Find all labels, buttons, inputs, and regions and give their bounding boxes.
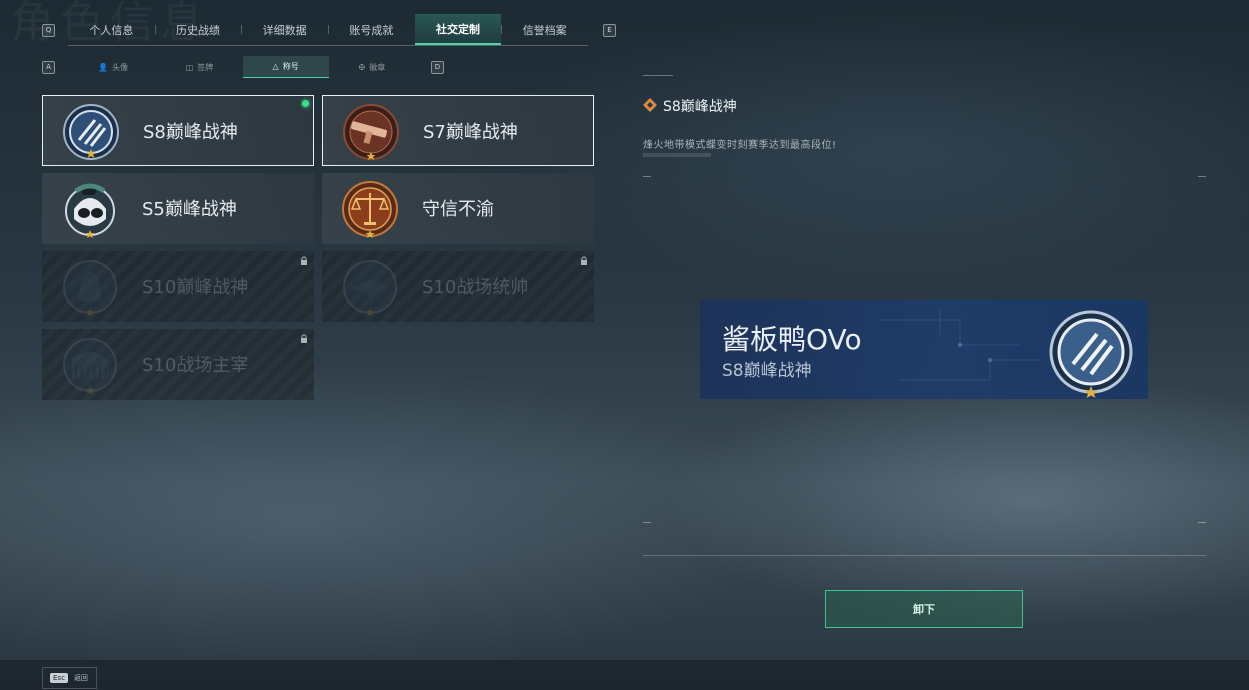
title-card-s5[interactable]: S5巅峰战神 — [42, 173, 314, 244]
panel-corner-mark — [643, 75, 673, 76]
detail-subtext-placeholder — [643, 153, 711, 157]
detail-title: S8巅峰战神 — [663, 99, 737, 115]
title-card-s8[interactable]: S8巅峰战神 — [42, 95, 314, 166]
s5-emblem-icon — [65, 183, 115, 238]
title-diamond-icon — [643, 98, 657, 112]
subtab-badge[interactable]: ✠ 徽章 — [329, 56, 415, 78]
title-card-s10-ruler[interactable]: S10战场主宰 — [42, 329, 314, 400]
s8-emblem-icon — [63, 104, 119, 160]
plate-icon: ◫ — [185, 62, 194, 72]
bottom-bar — [0, 660, 1249, 690]
tab-social-custom[interactable]: 社交定制 — [414, 14, 502, 45]
lock-icon — [581, 256, 587, 265]
lock-icon — [301, 256, 307, 265]
panel-tick — [1198, 522, 1206, 523]
title-card-name: S10巅峰战神 — [142, 277, 249, 298]
badge-icon: ✠ — [358, 62, 366, 72]
next-tab-key: E — [603, 24, 616, 37]
subtab-title[interactable]: △ 称号 — [242, 56, 329, 78]
title-card-name: S8巅峰战神 — [143, 122, 238, 143]
tab-personal-info[interactable]: 个人信息 — [68, 14, 155, 45]
title-banner-preview: 酱板鸭OVo S8巅峰战神 — [700, 300, 1148, 399]
back-label: 返回 — [73, 674, 88, 682]
tab-credit-record[interactable]: 信誉档案 — [501, 14, 588, 45]
tab-detailed-stats[interactable]: 详细数据 — [241, 14, 328, 45]
panel-divider — [643, 555, 1206, 556]
back-button[interactable]: Esc 返回 — [42, 667, 97, 689]
unequip-button[interactable]: 卸下 — [825, 590, 1023, 628]
subtab-label: 头像 — [112, 62, 129, 72]
prev-subtab-key: A — [42, 61, 55, 74]
tab-match-history[interactable]: 历史战绩 — [154, 14, 242, 45]
title-card-name: S10战场统帅 — [422, 277, 529, 298]
esc-key-icon: Esc — [50, 673, 68, 683]
subtab-label: 称号 — [282, 62, 299, 71]
main-tabs: 个人信息 历史战绩 详细数据 账号成就 社交定制 信誉档案 — [68, 14, 588, 46]
panel-tick — [1198, 176, 1206, 177]
tab-achievements[interactable]: 账号成就 — [328, 14, 415, 45]
title-card-trustworthy[interactable]: 守信不渝 — [322, 173, 594, 244]
title-card-name: S7巅峰战神 — [423, 122, 518, 143]
panel-tick — [643, 176, 651, 177]
title-card-name: S5巅峰战神 — [142, 199, 237, 220]
title-card-name: 守信不渝 — [422, 199, 494, 220]
subtab-label: 徽章 — [369, 62, 386, 72]
title-card-name: S10战场主宰 — [142, 355, 249, 376]
banner-title-text: S8巅峰战神 — [722, 361, 812, 381]
s7-emblem-icon — [343, 104, 399, 160]
next-subtab-key: D — [431, 61, 444, 74]
subtab-plate[interactable]: ◫ 签牌 — [156, 56, 242, 78]
title-card-s10-commander[interactable]: S10战场统帅 — [322, 251, 594, 322]
s8-emblem-icon — [1049, 310, 1133, 398]
s10-ruler-emblem-icon — [63, 338, 117, 394]
lock-icon — [301, 334, 307, 343]
equipped-indicator — [302, 100, 309, 107]
person-icon: 👤 — [98, 62, 109, 72]
banner-player-name: 酱板鸭OVo — [722, 323, 862, 356]
panel-tick — [643, 522, 651, 523]
detail-description: 烽火地带模式蝶变时刻赛季达到最高段位! — [643, 140, 837, 151]
scales-emblem-icon — [342, 181, 398, 238]
title-icon: △ — [272, 62, 279, 71]
prev-tab-key: Q — [42, 24, 55, 37]
subtab-avatar[interactable]: 👤 头像 — [70, 56, 156, 78]
title-card-s10-peak[interactable]: S10巅峰战神 — [42, 251, 314, 322]
sub-tabs: 👤 头像 ◫ 签牌 △ 称号 ✠ 徽章 — [70, 56, 415, 78]
subtab-label: 签牌 — [197, 62, 214, 72]
title-card-s7[interactable]: S7巅峰战神 — [322, 95, 594, 166]
s10-commander-emblem-icon — [343, 260, 397, 316]
s10-peak-emblem-icon — [63, 260, 117, 316]
